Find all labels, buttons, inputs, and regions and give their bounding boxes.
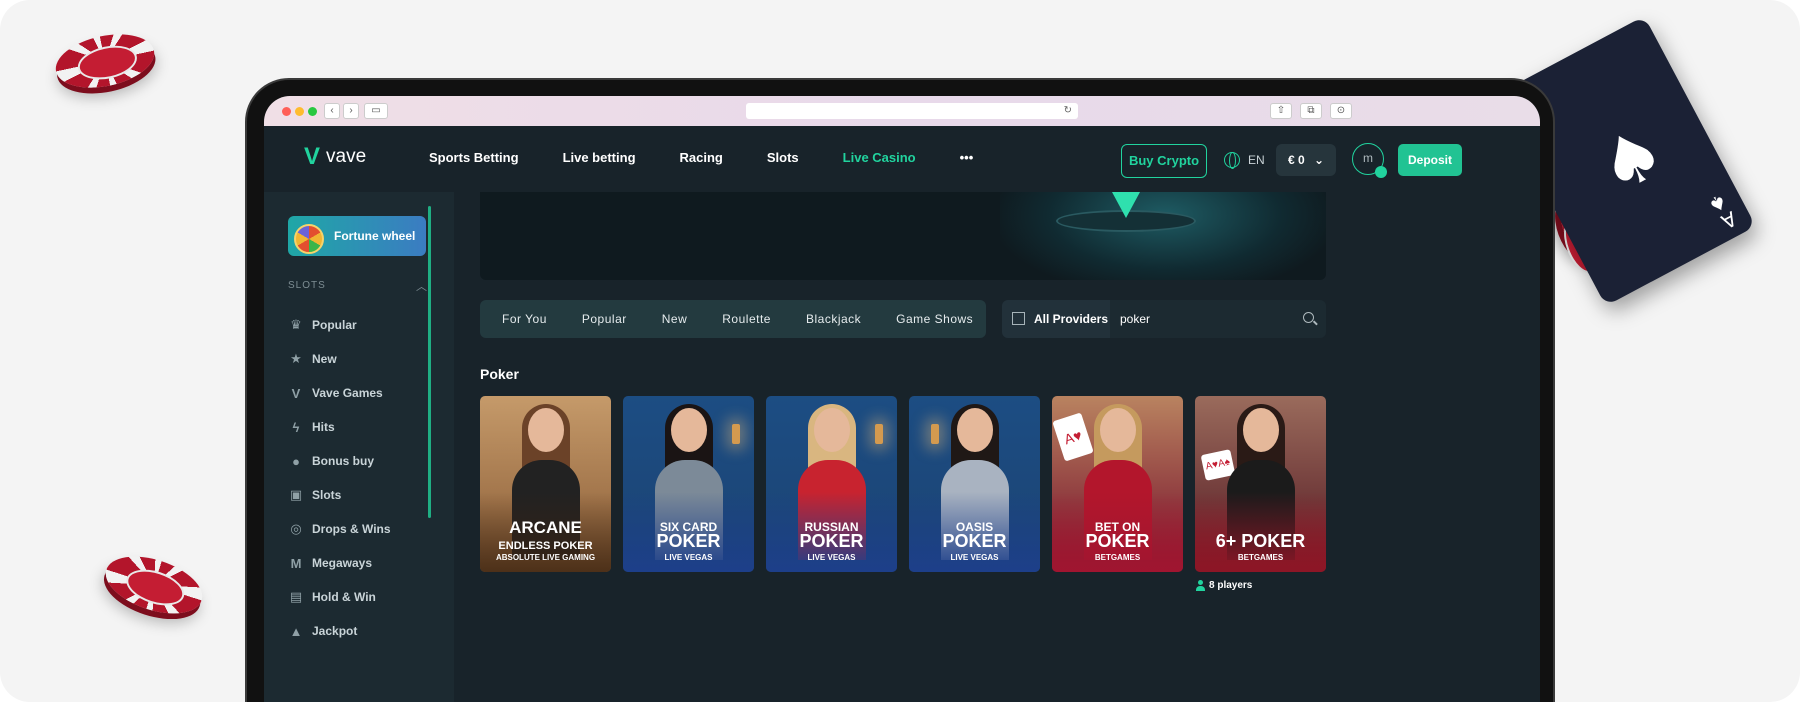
vave-triangle-icon: [1112, 192, 1140, 218]
globe-icon: [1224, 152, 1240, 169]
tab-roulette[interactable]: Roulette: [722, 300, 771, 338]
game-grid: ARCANE ENDLESS POKER ABSOLUTE LIVE GAMIN…: [480, 396, 1326, 572]
share-button[interactable]: ⇧: [1270, 103, 1292, 119]
player-count: 8 players: [1196, 580, 1252, 591]
maximize-window-button[interactable]: [308, 107, 317, 116]
downloads-button[interactable]: ⊙: [1330, 103, 1352, 119]
game-subtitle: ENDLESS POKER: [498, 540, 593, 552]
vave-logo[interactable]: V vave: [304, 143, 366, 170]
game-provider: ABSOLUTE LIVE GAMING: [495, 553, 596, 562]
deposit-button[interactable]: Deposit: [1398, 144, 1462, 176]
nav-sports-betting[interactable]: Sports Betting: [429, 150, 519, 165]
search-icon[interactable]: [1303, 312, 1314, 323]
game-card-bet-on-poker[interactable]: A♥ BET ON POKER BETGAMES: [1052, 396, 1183, 572]
category-tabs: For You Popular New Roulette Blackjack Game S…: [480, 300, 986, 338]
game-provider: LIVE VEGAS: [807, 553, 856, 562]
nav-racing[interactable]: Racing: [680, 150, 723, 165]
section-title-slots: SLOTS: [288, 280, 326, 291]
chevron-down-icon: ⌄: [1314, 153, 1325, 167]
tabs-button[interactable]: ⧉: [1300, 103, 1322, 119]
game-provider: LIVE VEGAS: [950, 553, 999, 562]
search-input[interactable]: [1120, 309, 1280, 329]
game-subtitle: POKER: [799, 531, 864, 551]
nav-slots[interactable]: Slots: [767, 150, 799, 165]
sidebar-item-slots[interactable]: ▣ Slots: [288, 478, 391, 512]
tab-game-shows[interactable]: Game Shows: [896, 300, 973, 338]
sidebar-item-hold-win[interactable]: ▤ Hold & Win: [288, 580, 391, 614]
crown-icon: ♛: [290, 317, 302, 332]
nav-live-casino[interactable]: Live Casino: [843, 150, 916, 165]
nav-live-betting[interactable]: Live betting: [563, 150, 636, 165]
tab-new[interactable]: New: [662, 300, 688, 338]
wall-lamp: [732, 424, 740, 444]
sidebar-item-jackpot[interactable]: ▲ Jackpot: [288, 614, 391, 648]
game-title: ARCANE: [509, 518, 582, 537]
user-icon: [1196, 580, 1205, 591]
slot-machine-icon: ▣: [289, 487, 303, 502]
game-subtitle: POKER: [1085, 531, 1150, 551]
banner-glow: [1000, 192, 1326, 280]
buy-crypto-button[interactable]: Buy Crypto: [1121, 144, 1207, 178]
megaways-icon: M: [290, 555, 302, 571]
game-subtitle: 6+ POKER: [1215, 531, 1306, 551]
close-window-button[interactable]: [282, 107, 291, 116]
sidebar: Fortune wheel SLOTS ︿ ♛ Popular ★ New V Vav…: [264, 192, 454, 702]
chevron-up-icon[interactable]: ︿: [416, 278, 427, 294]
vave-logo-icon: V: [304, 143, 321, 170]
vave-icon: V: [291, 385, 301, 401]
star-icon: ★: [290, 351, 302, 366]
game-subtitle: POKER: [942, 531, 1007, 551]
game-card-oasis-poker[interactable]: OASIS POKER LIVE VEGAS: [909, 396, 1040, 572]
coins-icon: ◎: [290, 521, 302, 536]
wall-lamp: [875, 424, 883, 444]
fortune-wheel-button[interactable]: Fortune wheel: [288, 216, 426, 256]
sidebar-item-popular[interactable]: ♛ Popular: [288, 308, 391, 342]
sidebar-item-hits[interactable]: ϟ Hits: [288, 410, 391, 444]
browser-toolbar: ‹ › ▭ ↻ ⇧ ⧉ ⊙: [264, 96, 1540, 126]
nav-more-icon[interactable]: •••: [960, 150, 974, 165]
main-nav: Sports Betting Live betting Racing Slots…: [429, 150, 1017, 165]
game-card-six-card-poker[interactable]: SIX CARD POKER LIVE VEGAS: [623, 396, 754, 572]
avatar[interactable]: m: [1352, 143, 1387, 178]
back-button[interactable]: ‹: [324, 103, 340, 119]
forward-button[interactable]: ›: [343, 103, 359, 119]
providers-grid-icon: [1012, 312, 1025, 325]
tab-for-you[interactable]: For You: [502, 300, 547, 338]
balance-dropdown[interactable]: € 0 ⌄: [1276, 144, 1336, 176]
sidebar-item-vave-games[interactable]: V Vave Games: [288, 376, 391, 410]
browser-window: ‹ › ▭ ↻ ⇧ ⧉ ⊙ V vave Sports Betting Live…: [264, 96, 1540, 702]
game-search: [1110, 300, 1326, 338]
game-card-russian-poker[interactable]: RUSSIAN POKER LIVE VEGAS: [766, 396, 897, 572]
address-bar[interactable]: ↻: [746, 103, 1078, 119]
game-provider: BETGAMES: [1094, 553, 1141, 562]
tab-popular[interactable]: Popular: [582, 300, 627, 338]
sidebar-item-drops-wins[interactable]: ◎ Drops & Wins: [288, 512, 390, 546]
sidebar-item-megaways[interactable]: M Megaways: [288, 546, 391, 580]
reload-icon[interactable]: ↻: [1064, 103, 1072, 119]
game-provider: BETGAMES: [1237, 553, 1284, 562]
sidebar-toggle-button[interactable]: ▭: [364, 103, 388, 119]
game-provider: LIVE VEGAS: [664, 553, 713, 562]
slots-category-list: ♛ Popular ★ New V Vave Games ϟ Hits ● Bonus b…: [288, 308, 391, 648]
menu-badge-icon: [1375, 166, 1387, 178]
section-title-poker: Poker: [480, 366, 519, 382]
hold-win-icon: ▤: [289, 589, 303, 604]
site-header: V vave Sports Betting Live betting Racin…: [264, 126, 1540, 192]
jackpot-icon: ▲: [289, 623, 303, 639]
sidebar-scrollbar[interactable]: [428, 206, 431, 518]
game-card-arcane-endless-poker[interactable]: ARCANE ENDLESS POKER ABSOLUTE LIVE GAMIN…: [480, 396, 611, 572]
tab-blackjack[interactable]: Blackjack: [806, 300, 861, 338]
all-providers-button[interactable]: All Providers: [1002, 300, 1110, 338]
money-bag-icon: ●: [292, 453, 300, 469]
sidebar-item-bonus-buy[interactable]: ● Bonus buy: [288, 444, 391, 478]
promo-banner[interactable]: [480, 192, 1326, 280]
fortune-wheel-icon: [294, 224, 324, 254]
language-selector[interactable]: EN: [1224, 152, 1265, 169]
game-card-6-plus-poker[interactable]: A♥A♠ 6+ POKER BETGAMES: [1195, 396, 1326, 572]
sidebar-item-new[interactable]: ★ New: [288, 342, 391, 376]
lightning-icon: ϟ: [292, 419, 300, 435]
game-subtitle: POKER: [656, 531, 721, 551]
minimize-window-button[interactable]: [295, 107, 304, 116]
